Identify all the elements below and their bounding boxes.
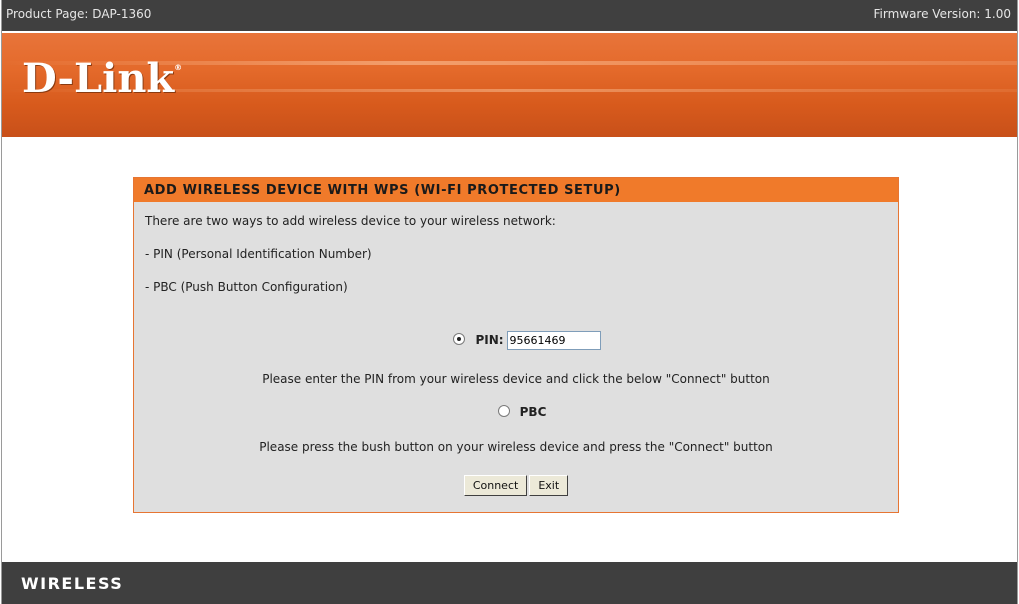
method-pin-text: - PIN (Personal Identification Number) — [145, 247, 372, 261]
product-page-label: Product Page: DAP-1360 — [6, 7, 152, 21]
pin-option-label: PIN: — [475, 333, 504, 347]
connect-button[interactable]: Connect — [463, 475, 528, 496]
page-frame: Product Page: DAP-1360 Firmware Version:… — [1, 0, 1018, 604]
pbc-radio[interactable] — [497, 405, 510, 417]
brand-banner: D-Link® — [2, 33, 1017, 137]
pin-radio[interactable] — [453, 333, 466, 345]
pin-input[interactable] — [506, 331, 601, 350]
firmware-version-label: Firmware Version: 1.00 — [873, 7, 1011, 21]
top-bar: Product Page: DAP-1360 Firmware Version:… — [2, 0, 1017, 31]
logo-text: D-Link — [22, 55, 175, 102]
pin-option-row: PIN: — [134, 331, 898, 350]
button-row: Connect Exit — [134, 475, 898, 496]
registered-mark: ® — [174, 63, 183, 72]
pbc-option-row: PBC — [134, 405, 898, 419]
pin-instruction: Please enter the PIN from your wireless … — [262, 372, 770, 386]
footer-label: WIRELESS — [21, 574, 124, 593]
exit-button[interactable]: Exit — [529, 475, 569, 496]
intro-text: There are two ways to add wireless devic… — [145, 214, 556, 228]
wps-panel: ADD WIRELESS DEVICE WITH WPS (WI-FI PROT… — [133, 177, 899, 513]
pbc-option-label: PBC — [519, 405, 547, 419]
panel-title: ADD WIRELESS DEVICE WITH WPS (WI-FI PROT… — [134, 178, 898, 202]
footer-bar: WIRELESS — [2, 562, 1017, 604]
pbc-instruction: Please press the bush button on your wir… — [259, 440, 773, 454]
method-pbc-text: - PBC (Push Button Configuration) — [145, 280, 348, 294]
dlink-logo: D-Link® — [22, 55, 182, 102]
